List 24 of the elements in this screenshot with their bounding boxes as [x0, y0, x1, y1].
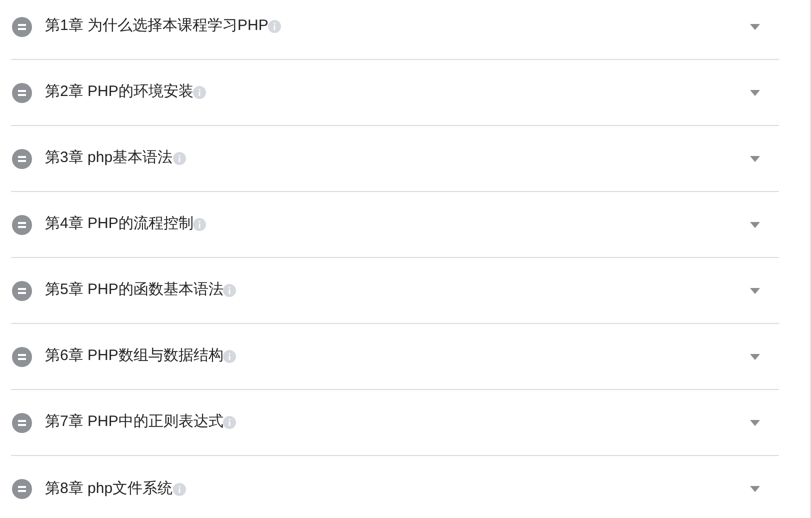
- chapter-title[interactable]: 第8章 php文件系统: [45, 478, 173, 500]
- chapter-title[interactable]: 第6章 PHP数组与数据结构: [45, 345, 224, 368]
- chapter-title[interactable]: 第3章 php基本语法: [45, 147, 173, 170]
- chapter-icon: [12, 16, 32, 36]
- caret-icon[interactable]: [750, 156, 760, 162]
- caret-icon[interactable]: [750, 222, 760, 228]
- chapter-icon: [12, 148, 32, 168]
- caret-icon[interactable]: [750, 486, 760, 492]
- caret-icon[interactable]: [750, 354, 760, 360]
- chapter-icon: [12, 280, 32, 300]
- caret-icon[interactable]: [750, 288, 760, 294]
- chapter-icon: [12, 214, 32, 234]
- chapter-title[interactable]: 第5章 PHP的函数基本语法: [45, 279, 224, 302]
- caret-icon[interactable]: [750, 24, 760, 30]
- chapter-icon: [12, 479, 32, 499]
- caret-icon[interactable]: [750, 420, 760, 426]
- chapter-title[interactable]: 第7章 PHP中的正则表达式: [45, 411, 224, 434]
- chapter-title[interactable]: 第2章 PHP的环境安装: [45, 81, 194, 104]
- chapter-icon: [12, 346, 32, 366]
- chapter-title[interactable]: 第4章 PHP的流程控制: [45, 213, 194, 236]
- caret-icon[interactable]: [750, 90, 760, 96]
- chapter-icon: [12, 412, 32, 432]
- chapter-title[interactable]: 第1章 为什么选择本课程学习PHP: [45, 15, 268, 38]
- chapter-icon: [12, 82, 32, 102]
